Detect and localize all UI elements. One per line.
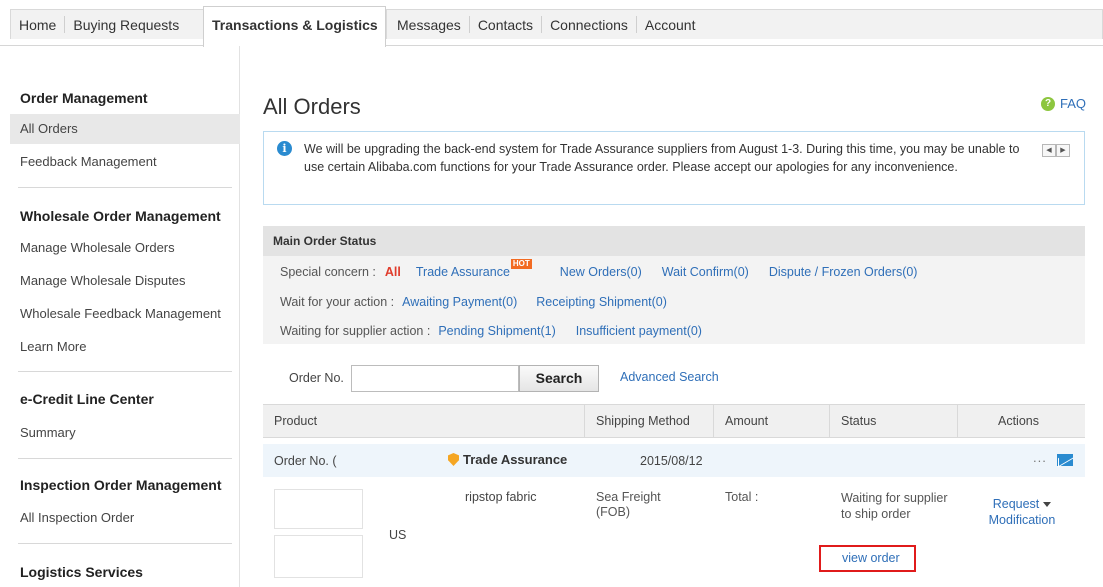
nav-home[interactable]: Home <box>11 17 64 33</box>
shipping-method-term: (FOB) <box>596 505 631 519</box>
filter-insufficient-payment[interactable]: Insufficient payment(0) <box>576 324 702 338</box>
filter-pending-shipment[interactable]: Pending Shipment(1) <box>438 324 555 338</box>
sidebar-heading-inspection: Inspection Order Management <box>20 477 222 493</box>
status-row-supplier-action: Waiting for supplier action : Pending Sh… <box>280 324 702 338</box>
special-concern-label: Special concern : <box>280 265 376 279</box>
order-header-row: Order No. ( Trade Assurance 2015/08/12 .… <box>263 444 1085 477</box>
nav-contacts[interactable]: Contacts <box>470 17 541 33</box>
help-icon: ? <box>1041 96 1055 111</box>
product-country: US <box>389 528 407 542</box>
sidebar-divider <box>18 187 232 188</box>
nav-group-left: Home Buying Requests <box>10 9 204 39</box>
advanced-search-link[interactable]: Advanced Search <box>620 370 719 384</box>
order-more: ... <box>1033 450 1047 465</box>
nav-account[interactable]: Account <box>637 17 704 33</box>
hot-badge: HOT <box>510 259 532 269</box>
nav-group-right: Messages Contacts Connections Account <box>386 9 1103 39</box>
product-thumbnail[interactable] <box>274 535 363 578</box>
sidebar-item-summary[interactable]: Summary <box>10 418 240 448</box>
order-number: Order No. ( <box>274 454 337 468</box>
column-actions: Actions <box>998 414 1039 428</box>
sidebar-item-all-inspection-order[interactable]: All Inspection Order <box>10 503 240 533</box>
status-row-your-action: Wait for your action : Awaiting Payment(… <box>280 295 667 309</box>
filter-receipting-shipment[interactable]: Receipting Shipment(0) <box>536 295 667 309</box>
sidebar-divider <box>18 371 232 372</box>
trade-assurance-label: Trade Assurance <box>463 452 568 467</box>
info-icon: i <box>277 141 292 156</box>
sidebar-item-learn-more[interactable]: Learn More <box>10 332 240 362</box>
sidebar-item-all-orders[interactable]: All Orders <box>10 114 240 144</box>
sidebar-divider <box>18 543 232 544</box>
supplier-action-label: Waiting for supplier action : <box>280 324 431 338</box>
prev-arrow-icon[interactable]: ◀ <box>1042 144 1056 157</box>
order-no-label: Order No. <box>289 371 344 385</box>
product-thumbnail[interactable] <box>274 489 363 529</box>
sidebar-item-feedback-management[interactable]: Feedback Management <box>10 147 240 177</box>
filter-all[interactable]: All <box>385 265 401 279</box>
order-no-input[interactable] <box>351 365 519 392</box>
filter-wait-confirm[interactable]: Wait Confirm(0) <box>662 265 749 279</box>
shipping-method-line: Sea Freight <box>596 490 661 504</box>
filter-trade-assurance[interactable]: Trade Assurance <box>416 265 510 279</box>
status-panel-heading: Main Order Status <box>263 226 1085 256</box>
sidebar-item-wholesale-feedback[interactable]: Wholesale Feedback Management <box>10 299 240 329</box>
notice-pager: ◀ ▶ <box>1042 144 1070 157</box>
action-label: Request <box>992 497 1040 511</box>
column-product: Product <box>263 405 585 438</box>
nav-transactions-logistics[interactable]: Transactions & Logistics <box>203 6 386 47</box>
order-amount: Total : <box>725 490 759 504</box>
sidebar-heading-logistics: Logistics Services <box>20 564 143 580</box>
sidebar-heading-order-management: Order Management <box>20 90 148 106</box>
order-search: Order No. Search Advanced Search <box>263 360 1085 394</box>
trade-assurance-badge: Trade Assurance <box>448 452 567 467</box>
sidebar-item-manage-wholesale-orders[interactable]: Manage Wholesale Orders <box>10 233 240 263</box>
sidebar: Order Management All Orders Feedback Man… <box>10 46 240 587</box>
shield-icon <box>448 453 459 466</box>
order-status-panel: Main Order Status Special concern : All … <box>263 226 1085 344</box>
request-modification-button[interactable]: Request Modification <box>982 496 1062 528</box>
faq-link[interactable]: ? FAQ <box>1041 96 1086 111</box>
column-amount: Amount <box>714 405 830 438</box>
shipping-method: Sea Freight (FOB) <box>596 490 661 520</box>
sidebar-item-manage-wholesale-disputes[interactable]: Manage Wholesale Disputes <box>10 266 240 296</box>
page-title: All Orders <box>263 94 361 119</box>
filter-new-orders[interactable]: New Orders(0) <box>560 265 642 279</box>
top-navigation: Home Buying Requests Transactions & Logi… <box>0 0 1103 47</box>
column-shipping-method: Shipping Method <box>585 405 714 438</box>
faq-label: FAQ <box>1060 96 1087 111</box>
nav-buying-requests[interactable]: Buying Requests <box>65 17 187 33</box>
filter-awaiting-payment[interactable]: Awaiting Payment(0) <box>402 295 517 309</box>
view-order-link[interactable]: view order <box>842 551 900 565</box>
sidebar-heading-ecredit: e-Credit Line Center <box>20 391 154 407</box>
mail-icon[interactable] <box>1057 454 1073 466</box>
action-label-line2: Modification <box>988 513 1056 527</box>
next-arrow-icon[interactable]: ▶ <box>1056 144 1070 157</box>
sidebar-divider <box>18 458 232 459</box>
orders-table-header: Product Shipping Method Amount Status Ac… <box>263 404 1085 438</box>
order-date: 2015/08/12 <box>640 454 703 468</box>
view-order-highlight[interactable]: view order <box>819 545 916 572</box>
order-status: Waiting for supplier to ship order <box>841 491 948 521</box>
notice-text: We will be upgrading the back-end system… <box>304 142 1020 174</box>
notice-banner: i We will be upgrading the back-end syst… <box>263 131 1085 205</box>
nav-connections[interactable]: Connections <box>542 17 636 33</box>
filter-dispute[interactable]: Dispute / Frozen Orders(0) <box>769 265 918 279</box>
search-button[interactable]: Search <box>519 365 599 392</box>
nav-messages[interactable]: Messages <box>389 17 469 33</box>
your-action-label: Wait for your action : <box>280 295 395 309</box>
sidebar-heading-wholesale: Wholesale Order Management <box>20 208 221 224</box>
column-status: Status <box>830 405 958 438</box>
chevron-down-icon <box>1043 502 1052 508</box>
status-row-special: Special concern : All Trade Assurance HO… <box>280 259 918 279</box>
product-name[interactable]: ripstop fabric <box>465 490 537 504</box>
